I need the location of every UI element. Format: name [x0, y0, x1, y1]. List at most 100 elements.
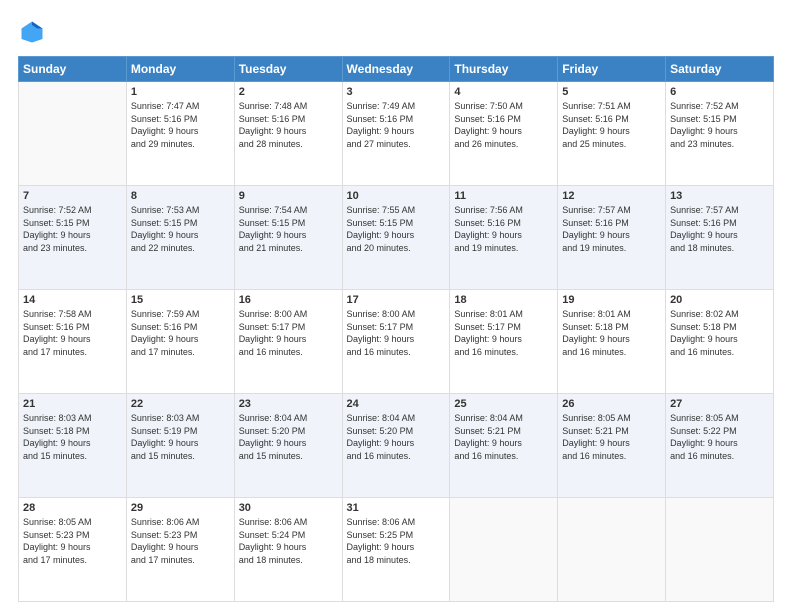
- day-info: Sunrise: 7:56 AM Sunset: 5:16 PM Dayligh…: [454, 204, 553, 254]
- calendar-cell: 1Sunrise: 7:47 AM Sunset: 5:16 PM Daylig…: [126, 82, 234, 186]
- logo-icon: [18, 18, 46, 46]
- day-info: Sunrise: 7:51 AM Sunset: 5:16 PM Dayligh…: [562, 100, 661, 150]
- day-info: Sunrise: 8:01 AM Sunset: 5:18 PM Dayligh…: [562, 308, 661, 358]
- day-info: Sunrise: 7:53 AM Sunset: 5:15 PM Dayligh…: [131, 204, 230, 254]
- calendar-cell: 22Sunrise: 8:03 AM Sunset: 5:19 PM Dayli…: [126, 394, 234, 498]
- day-info: Sunrise: 8:05 AM Sunset: 5:23 PM Dayligh…: [23, 516, 122, 566]
- weekday-header-monday: Monday: [126, 57, 234, 82]
- day-info: Sunrise: 8:04 AM Sunset: 5:20 PM Dayligh…: [239, 412, 338, 462]
- day-number: 17: [347, 294, 446, 306]
- calendar-cell: 16Sunrise: 8:00 AM Sunset: 5:17 PM Dayli…: [234, 290, 342, 394]
- day-number: 13: [670, 190, 769, 202]
- day-number: 8: [131, 190, 230, 202]
- calendar-cell: 6 Sunrise: 7:52 AM Sunset: 5:15 PM Daylig…: [666, 82, 774, 186]
- calendar-cell: 2Sunrise: 7:48 AM Sunset: 5:16 PM Daylig…: [234, 82, 342, 186]
- calendar: SundayMondayTuesdayWednesdayThursdayFrid…: [18, 56, 774, 602]
- day-info: Sunrise: 8:05 AM Sunset: 5:22 PM Dayligh…: [670, 412, 769, 462]
- week-row-4: 28 Sunrise: 8:05 AM Sunset: 5:23 PM Dayli…: [19, 498, 774, 602]
- calendar-cell: 25 Sunrise: 8:04 AM Sunset: 5:21 PM Dayli…: [450, 394, 558, 498]
- calendar-cell: 8 Sunrise: 7:53 AM Sunset: 5:15 PM Daylig…: [126, 186, 234, 290]
- day-number: 26: [562, 398, 661, 410]
- calendar-cell: 14 Sunrise: 7:58 AM Sunset: 5:16 PM Dayli…: [19, 290, 127, 394]
- calendar-cell: 28 Sunrise: 8:05 AM Sunset: 5:23 PM Dayli…: [19, 498, 127, 602]
- day-info: Sunrise: 8:00 AM Sunset: 5:17 PM Dayligh…: [347, 308, 446, 358]
- day-info: Sunrise: 8:04 AM Sunset: 5:21 PM Dayligh…: [454, 412, 553, 462]
- calendar-cell: 4 Sunrise: 7:50 AM Sunset: 5:16 PM Daylig…: [450, 82, 558, 186]
- day-info: Sunrise: 7:57 AM Sunset: 5:16 PM Dayligh…: [670, 204, 769, 254]
- calendar-cell: [19, 82, 127, 186]
- logo: [18, 18, 50, 46]
- day-info: Sunrise: 8:06 AM Sunset: 5:25 PM Dayligh…: [347, 516, 446, 566]
- calendar-cell: 3Sunrise: 7:49 AM Sunset: 5:16 PM Daylig…: [342, 82, 450, 186]
- day-info: Sunrise: 8:06 AM Sunset: 5:23 PM Dayligh…: [131, 516, 230, 566]
- calendar-cell: 21 Sunrise: 8:03 AM Sunset: 5:18 PM Dayli…: [19, 394, 127, 498]
- day-info: Sunrise: 8:03 AM Sunset: 5:18 PM Dayligh…: [23, 412, 122, 462]
- calendar-cell: 23 Sunrise: 8:04 AM Sunset: 5:20 PM Dayli…: [234, 394, 342, 498]
- day-info: Sunrise: 8:05 AM Sunset: 5:21 PM Dayligh…: [562, 412, 661, 462]
- day-number: 11: [454, 190, 553, 202]
- day-number: 31: [347, 502, 446, 514]
- calendar-cell: 19 Sunrise: 8:01 AM Sunset: 5:18 PM Dayli…: [558, 290, 666, 394]
- day-number: 9: [239, 190, 338, 202]
- day-number: 19: [562, 294, 661, 306]
- day-info: Sunrise: 7:54 AM Sunset: 5:15 PM Dayligh…: [239, 204, 338, 254]
- weekday-header-sunday: Sunday: [19, 57, 127, 82]
- weekday-header-friday: Friday: [558, 57, 666, 82]
- calendar-cell: 20Sunrise: 8:02 AM Sunset: 5:18 PM Dayli…: [666, 290, 774, 394]
- day-info: Sunrise: 8:02 AM Sunset: 5:18 PM Dayligh…: [670, 308, 769, 358]
- day-number: 25: [454, 398, 553, 410]
- day-info: Sunrise: 7:58 AM Sunset: 5:16 PM Dayligh…: [23, 308, 122, 358]
- page: SundayMondayTuesdayWednesdayThursdayFrid…: [0, 0, 792, 612]
- calendar-cell: 7Sunrise: 7:52 AM Sunset: 5:15 PM Daylig…: [19, 186, 127, 290]
- header: [18, 18, 774, 46]
- weekday-header-tuesday: Tuesday: [234, 57, 342, 82]
- calendar-cell: 18 Sunrise: 8:01 AM Sunset: 5:17 PM Dayli…: [450, 290, 558, 394]
- week-row-3: 21 Sunrise: 8:03 AM Sunset: 5:18 PM Dayli…: [19, 394, 774, 498]
- day-info: Sunrise: 7:47 AM Sunset: 5:16 PM Dayligh…: [131, 100, 230, 150]
- day-info: Sunrise: 7:57 AM Sunset: 5:16 PM Dayligh…: [562, 204, 661, 254]
- weekday-header-wednesday: Wednesday: [342, 57, 450, 82]
- calendar-cell: [558, 498, 666, 602]
- calendar-cell: 13 Sunrise: 7:57 AM Sunset: 5:16 PM Dayli…: [666, 186, 774, 290]
- day-number: 24: [347, 398, 446, 410]
- calendar-cell: 15 Sunrise: 7:59 AM Sunset: 5:16 PM Dayli…: [126, 290, 234, 394]
- day-info: Sunrise: 7:52 AM Sunset: 5:15 PM Dayligh…: [670, 100, 769, 150]
- day-number: 4: [454, 86, 553, 98]
- calendar-cell: 10 Sunrise: 7:55 AM Sunset: 5:15 PM Dayli…: [342, 186, 450, 290]
- day-info: Sunrise: 7:48 AM Sunset: 5:16 PM Dayligh…: [239, 100, 338, 150]
- day-number: 21: [23, 398, 122, 410]
- day-number: 12: [562, 190, 661, 202]
- day-info: Sunrise: 7:55 AM Sunset: 5:15 PM Dayligh…: [347, 204, 446, 254]
- day-number: 18: [454, 294, 553, 306]
- week-row-1: 7Sunrise: 7:52 AM Sunset: 5:15 PM Daylig…: [19, 186, 774, 290]
- day-number: 23: [239, 398, 338, 410]
- day-number: 27: [670, 398, 769, 410]
- calendar-cell: 24 Sunrise: 8:04 AM Sunset: 5:20 PM Dayli…: [342, 394, 450, 498]
- calendar-cell: 30Sunrise: 8:06 AM Sunset: 5:24 PM Dayli…: [234, 498, 342, 602]
- day-info: Sunrise: 7:52 AM Sunset: 5:15 PM Dayligh…: [23, 204, 122, 254]
- day-info: Sunrise: 8:00 AM Sunset: 5:17 PM Dayligh…: [239, 308, 338, 358]
- day-number: 14: [23, 294, 122, 306]
- day-info: Sunrise: 7:59 AM Sunset: 5:16 PM Dayligh…: [131, 308, 230, 358]
- day-info: Sunrise: 8:04 AM Sunset: 5:20 PM Dayligh…: [347, 412, 446, 462]
- day-number: 30: [239, 502, 338, 514]
- calendar-cell: 5 Sunrise: 7:51 AM Sunset: 5:16 PM Daylig…: [558, 82, 666, 186]
- day-number: 6: [670, 86, 769, 98]
- day-info: Sunrise: 8:01 AM Sunset: 5:17 PM Dayligh…: [454, 308, 553, 358]
- calendar-cell: [666, 498, 774, 602]
- day-info: Sunrise: 7:50 AM Sunset: 5:16 PM Dayligh…: [454, 100, 553, 150]
- calendar-cell: 11 Sunrise: 7:56 AM Sunset: 5:16 PM Dayli…: [450, 186, 558, 290]
- day-number: 15: [131, 294, 230, 306]
- calendar-cell: 12 Sunrise: 7:57 AM Sunset: 5:16 PM Dayli…: [558, 186, 666, 290]
- weekday-header-thursday: Thursday: [450, 57, 558, 82]
- week-row-2: 14 Sunrise: 7:58 AM Sunset: 5:16 PM Dayli…: [19, 290, 774, 394]
- calendar-cell: 29Sunrise: 8:06 AM Sunset: 5:23 PM Dayli…: [126, 498, 234, 602]
- day-info: Sunrise: 8:03 AM Sunset: 5:19 PM Dayligh…: [131, 412, 230, 462]
- calendar-cell: 26 Sunrise: 8:05 AM Sunset: 5:21 PM Dayli…: [558, 394, 666, 498]
- calendar-cell: 9 Sunrise: 7:54 AM Sunset: 5:15 PM Daylig…: [234, 186, 342, 290]
- calendar-cell: 27 Sunrise: 8:05 AM Sunset: 5:22 PM Dayli…: [666, 394, 774, 498]
- day-number: 28: [23, 502, 122, 514]
- day-number: 5: [562, 86, 661, 98]
- calendar-cell: [450, 498, 558, 602]
- day-number: 10: [347, 190, 446, 202]
